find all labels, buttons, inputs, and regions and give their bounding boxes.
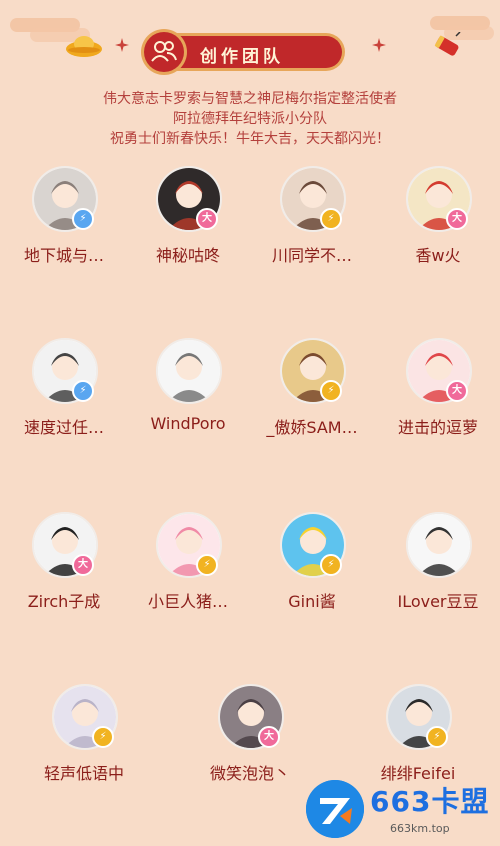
member-level-badge: ⚡	[196, 554, 218, 576]
member-name[interactable]: 香w火	[376, 242, 500, 266]
member-card[interactable]: 大进击的逗萝	[376, 338, 496, 458]
watermark-domain: 663km.top	[390, 822, 450, 835]
member-card[interactable]: ⚡ _傲娇SAM…	[250, 338, 370, 458]
member-level-badge: 大	[446, 208, 468, 230]
member-card[interactable]: ⚡ 轻声低语中	[22, 684, 142, 804]
member-level-badge: ⚡	[426, 726, 448, 748]
sparkle-icon	[115, 38, 129, 52]
subtitle-line-2: 阿拉德拜年纪特派小分队	[173, 111, 327, 127]
member-level-badge: 大	[258, 726, 280, 748]
member-card[interactable]: ⚡ Gini酱	[250, 512, 370, 632]
member-name[interactable]: Zirch子成	[2, 588, 126, 612]
member-level-badge: ⚡	[320, 208, 342, 230]
subtitle-line-1: 伟大意志卡罗索与智慧之神尼梅尔指定整活使者	[103, 91, 397, 107]
sparkle-icon-right	[372, 38, 386, 52]
member-name[interactable]: 川同学不…	[250, 242, 374, 266]
avatar[interactable]	[156, 338, 222, 404]
member-level-badge: ⚡	[72, 208, 94, 230]
member-name[interactable]: 神秘咕咚	[126, 242, 250, 266]
page-title: 创作团队	[200, 47, 284, 67]
team-icon	[151, 41, 177, 62]
member-level-badge: ⚡	[92, 726, 114, 748]
member-name[interactable]: 速度过任…	[2, 414, 126, 438]
member-level-badge: ⚡	[320, 380, 342, 402]
member-name[interactable]: WindPoro	[126, 414, 250, 433]
member-card[interactable]: WindPoro	[126, 338, 246, 458]
glasses-sketch-icon	[408, 514, 470, 576]
member-name[interactable]: 微笑泡泡丶	[188, 760, 312, 784]
member-card[interactable]: ⚡ 川同学不…	[250, 166, 370, 286]
member-card[interactable]: 大 Zirch子成	[2, 512, 122, 632]
member-level-badge: 大	[72, 554, 94, 576]
member-card[interactable]: ⚡ 速度过任…	[2, 338, 122, 458]
member-level-badge: ⚡	[320, 554, 342, 576]
banner-icon-circle	[144, 32, 184, 72]
avatar[interactable]	[406, 512, 472, 578]
header-banner: 创作团队	[140, 32, 360, 72]
member-name[interactable]: 小巨人猪…	[126, 588, 250, 612]
member-level-badge: ⚡	[72, 380, 94, 402]
member-card[interactable]: 大神秘咕咚	[126, 166, 246, 286]
sketch-cat-icon	[158, 340, 220, 402]
member-name[interactable]: ILover豆豆	[376, 588, 500, 612]
watermark-brand: 663卡盟	[370, 785, 490, 818]
member-name[interactable]: Gini酱	[250, 588, 374, 612]
member-card[interactable]: ⚡ 地下城与…	[2, 166, 122, 286]
member-name[interactable]: 地下城与…	[2, 242, 126, 266]
member-card[interactable]: ⚡ 小巨人猪…	[126, 512, 246, 632]
member-card[interactable]: 大微笑泡泡丶	[188, 684, 308, 804]
watermark-logo: 663卡盟 663km.top	[300, 776, 496, 842]
brand-logo-icon	[306, 780, 364, 838]
member-level-badge: 大	[446, 380, 468, 402]
member-name[interactable]: _傲娇SAM…	[250, 414, 374, 438]
member-name[interactable]: 轻声低语中	[22, 760, 146, 784]
firecracker-icon	[434, 32, 461, 56]
member-name[interactable]: 进击的逗萝	[376, 414, 500, 438]
member-level-badge: 大	[196, 208, 218, 230]
member-card[interactable]: 大香w火	[376, 166, 496, 286]
member-card[interactable]: ILover豆豆	[376, 512, 496, 632]
subtitle-line-3: 祝勇士们新春快乐！牛年大吉，天天都闪光！	[110, 131, 390, 147]
gold-ingot-icon	[66, 36, 102, 57]
